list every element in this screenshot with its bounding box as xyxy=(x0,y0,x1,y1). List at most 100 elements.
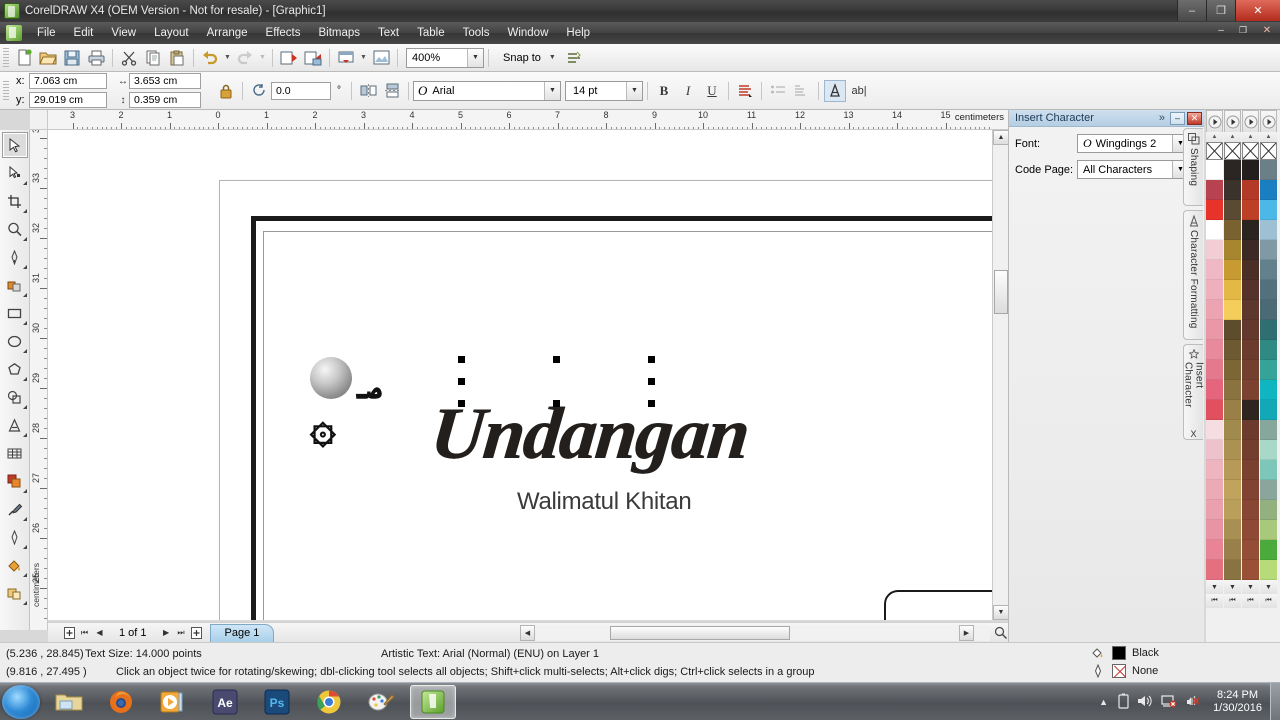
fill-color-swatch[interactable] xyxy=(1112,646,1126,660)
palette-color-swatch[interactable] xyxy=(1224,460,1241,480)
selection-handle[interactable] xyxy=(458,378,465,385)
palette-color-swatch[interactable] xyxy=(1206,540,1223,560)
palette-color-swatch[interactable] xyxy=(1224,400,1241,420)
chevron-down-icon[interactable]: ▼ xyxy=(544,81,560,100)
last-page-button[interactable]: ⏭ xyxy=(174,625,189,641)
snap-to-menu[interactable]: Snap to ▼ xyxy=(503,52,562,64)
flyout-arrow-icon[interactable] xyxy=(22,237,27,241)
palette-color-swatch[interactable] xyxy=(1242,300,1259,320)
x-position-field[interactable]: 7.063 cm xyxy=(29,73,107,89)
menu-arrange[interactable]: Arrange xyxy=(198,24,257,42)
palette-color-swatch[interactable] xyxy=(1224,260,1241,280)
doc-minimize-button[interactable]: – xyxy=(1210,22,1232,38)
launcher-dropdown-arrow-icon[interactable]: ▼ xyxy=(358,47,369,69)
palette-color-swatch[interactable] xyxy=(1206,220,1223,240)
palette-scroll-top[interactable] xyxy=(1206,110,1223,132)
menu-edit[interactable]: Edit xyxy=(65,24,103,42)
italic-button[interactable]: I xyxy=(677,80,699,102)
start-button[interactable] xyxy=(2,684,40,719)
flyout-arrow-icon[interactable] xyxy=(22,573,27,577)
selection-handle[interactable] xyxy=(648,378,655,385)
paste-icon[interactable] xyxy=(166,47,188,69)
scroll-up-arrow-icon[interactable]: ▲ xyxy=(993,130,1009,145)
redo-arrow-icon[interactable] xyxy=(234,47,256,69)
palette-no-color-swatch[interactable] xyxy=(1206,142,1223,160)
palette-color-swatch[interactable] xyxy=(1260,280,1277,300)
palette-scroll-down-icon[interactable]: ▼ xyxy=(1206,580,1223,594)
palette-color-swatch[interactable] xyxy=(1242,200,1259,220)
palette-color-swatch[interactable] xyxy=(1242,380,1259,400)
docker-expand-icon[interactable]: » xyxy=(1159,112,1165,124)
zoom-fit-icon[interactable] xyxy=(992,625,1008,641)
palette-color-swatch[interactable] xyxy=(1260,560,1277,580)
palette-color-swatch[interactable] xyxy=(1242,280,1259,300)
docker-close-button[interactable]: ✕ xyxy=(1187,111,1202,125)
horizontal-ruler[interactable]: centimeters 3 2 1 0 1 2 3 4 5 6 7 8 9 10 11 12 13 14 15 xyxy=(48,110,1008,130)
undo-dropdown-arrow-icon[interactable]: ▼ xyxy=(222,47,233,69)
palette-color-swatch[interactable] xyxy=(1242,220,1259,240)
palette-color-swatch[interactable] xyxy=(1224,500,1241,520)
flyout-arrow-icon[interactable] xyxy=(22,405,27,409)
palette-scroll-up-icon[interactable]: ▲ xyxy=(1260,132,1277,142)
taskbar-item-paint[interactable] xyxy=(358,685,404,719)
rotation-field[interactable]: 0.0 xyxy=(271,81,331,100)
close-button[interactable]: ✕ xyxy=(1235,0,1280,21)
palette-color-swatch[interactable] xyxy=(1206,340,1223,360)
minimize-button[interactable]: – xyxy=(1177,0,1206,21)
menu-bitmaps[interactable]: Bitmaps xyxy=(309,24,369,42)
palette-scroll-down-icon[interactable]: ▼ xyxy=(1224,580,1241,594)
palette-color-swatch[interactable] xyxy=(1242,420,1259,440)
palette-color-swatch[interactable] xyxy=(1206,280,1223,300)
tool-basic-shapes[interactable] xyxy=(2,384,28,410)
palette-scroll-home-icon[interactable]: ⏮ xyxy=(1242,594,1259,608)
palette-color-swatch[interactable] xyxy=(1206,180,1223,200)
flyout-arrow-icon[interactable] xyxy=(22,209,27,213)
palette-color-swatch[interactable] xyxy=(1260,400,1277,420)
palette-color-swatch[interactable] xyxy=(1206,460,1223,480)
docker-tab-shaping[interactable]: Shaping xyxy=(1183,128,1203,206)
docker-tab-close-icon[interactable]: X xyxy=(1190,429,1196,439)
palette-color-swatch[interactable] xyxy=(1206,500,1223,520)
palette-color-swatch[interactable] xyxy=(1206,300,1223,320)
palette-color-swatch[interactable] xyxy=(1260,440,1277,460)
docker-minimize-button[interactable]: – xyxy=(1170,111,1185,125)
palette-color-swatch[interactable] xyxy=(1206,360,1223,380)
show-hidden-icons-icon[interactable]: ▲ xyxy=(1093,697,1114,707)
palette-color-swatch[interactable] xyxy=(1260,500,1277,520)
palette-color-swatch[interactable] xyxy=(1260,460,1277,480)
flyout-arrow-icon[interactable] xyxy=(22,545,27,549)
flyout-arrow-icon[interactable] xyxy=(22,293,27,297)
palette-color-swatch[interactable] xyxy=(1206,560,1223,580)
character-formatting-icon[interactable] xyxy=(824,79,846,102)
outline-color-swatch[interactable] xyxy=(1112,664,1126,678)
heading-undangan[interactable]: Undangan xyxy=(427,392,753,477)
speaker-muted-icon[interactable] xyxy=(1181,694,1205,711)
docker-font-combo[interactable]: O Wingdings 2 ▼ xyxy=(1077,134,1189,153)
palette-color-swatch[interactable] xyxy=(1224,560,1241,580)
palette-color-swatch[interactable] xyxy=(1224,340,1241,360)
palette-color-swatch[interactable] xyxy=(1224,360,1241,380)
options-icon[interactable] xyxy=(563,47,585,69)
palette-color-swatch[interactable] xyxy=(1242,520,1259,540)
palette-color-swatch[interactable] xyxy=(1242,500,1259,520)
palette-no-color-swatch[interactable] xyxy=(1224,142,1241,160)
palette-color-swatch[interactable] xyxy=(1260,360,1277,380)
palette-color-swatch[interactable] xyxy=(1224,420,1241,440)
palette-color-swatch[interactable] xyxy=(1242,480,1259,500)
y-position-field[interactable]: 29.019 cm xyxy=(29,92,107,108)
page-tab-page-1[interactable]: Page 1 xyxy=(209,623,275,642)
palette-color-swatch[interactable] xyxy=(1206,440,1223,460)
bold-button[interactable]: B xyxy=(653,80,675,102)
palette-color-swatch[interactable] xyxy=(1206,240,1223,260)
tool-ellipse[interactable] xyxy=(2,328,28,354)
add-page-before-button[interactable] xyxy=(62,625,77,641)
taskbar-item-firefox[interactable] xyxy=(98,685,144,719)
palette-color-swatch[interactable] xyxy=(1242,540,1259,560)
palette-color-swatch[interactable] xyxy=(1206,400,1223,420)
taskbar-clock[interactable]: 8:24 PM 1/30/2016 xyxy=(1205,689,1270,715)
menu-window[interactable]: Window xyxy=(498,24,557,42)
tool-crop[interactable] xyxy=(2,188,28,214)
palette-color-swatch[interactable] xyxy=(1242,460,1259,480)
palette-no-color-swatch[interactable] xyxy=(1242,142,1259,160)
taskbar-item-coreldraw[interactable] xyxy=(410,684,456,719)
